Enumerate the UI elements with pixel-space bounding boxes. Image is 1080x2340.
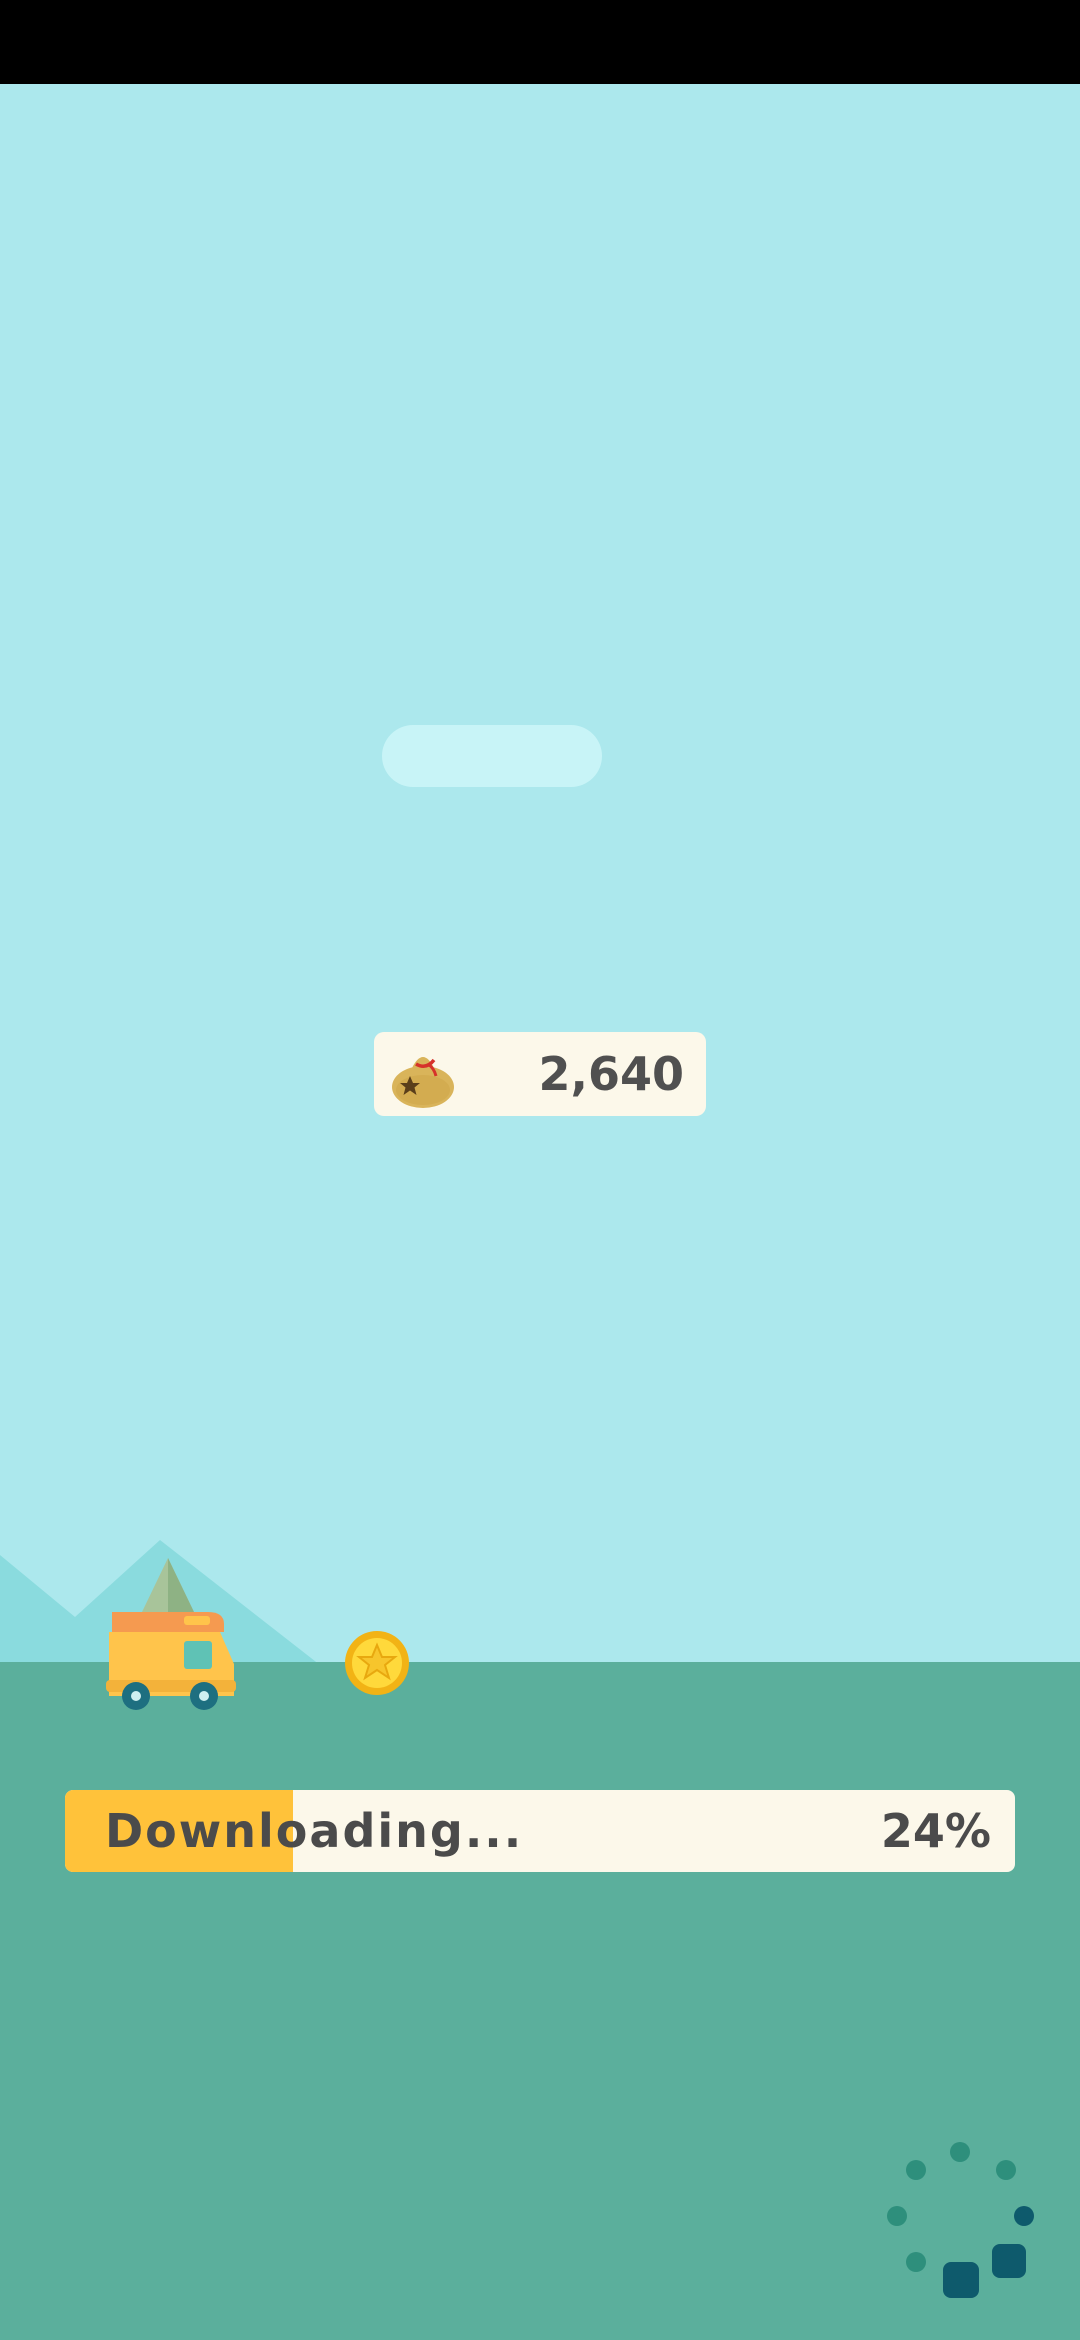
camper-van-icon [106,1558,236,1710]
status-bar [0,0,1080,84]
loading-screen: 2,640 Downloading... 24% [0,0,1080,2340]
star-coin-icon [345,1631,409,1695]
loading-spinner-icon [887,2142,1034,2298]
money-bag-icon [392,1057,454,1108]
currency-display: 2,640 [374,1032,706,1116]
progress-label: Downloading... [105,1804,524,1858]
progress-percent: 24% [880,1804,991,1858]
currency-value: 2,640 [538,1047,684,1101]
cloud [382,725,602,787]
download-progress-bar: Downloading... 24% [65,1790,1015,1872]
